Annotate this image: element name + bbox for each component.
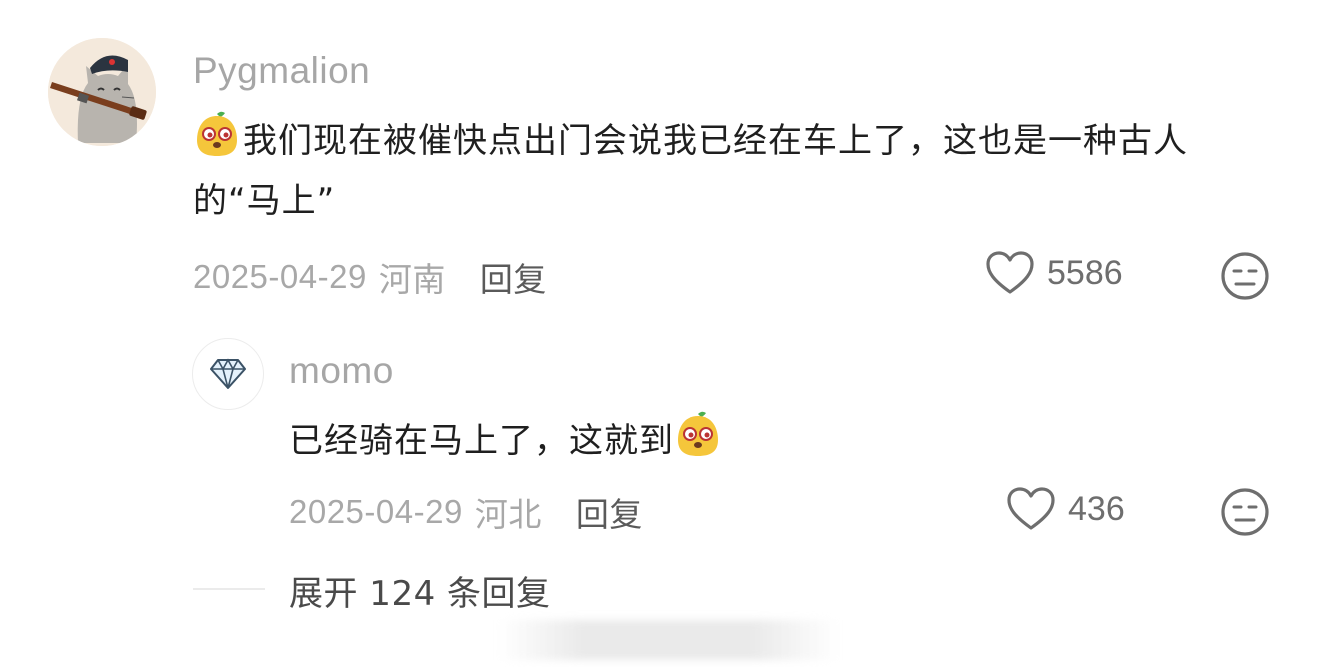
comment-date: 2025-04-29 — [193, 258, 367, 295]
unamused-face-icon — [1221, 488, 1269, 536]
comment-text: 我们现在被催快点出门会说我已经在车上了，这也是一种古人的“马上” — [193, 110, 1273, 231]
unamused-face-icon — [1221, 252, 1269, 300]
heart-icon — [1007, 487, 1055, 530]
like-button[interactable]: 436 — [1006, 486, 1125, 532]
like-button[interactable]: 5586 — [985, 250, 1123, 296]
cat-avatar-icon — [48, 38, 156, 146]
comment-text: 已经骑在马上了，这就到 — [289, 410, 1269, 471]
avatar[interactable] — [192, 338, 264, 410]
avatar[interactable] — [48, 38, 156, 146]
username[interactable]: momo — [289, 350, 394, 392]
like-count: 436 — [1068, 489, 1125, 528]
dislike-button[interactable] — [1220, 251, 1270, 305]
comment-location: 河北 — [474, 496, 542, 533]
diamond-icon — [210, 358, 246, 389]
comment-meta: 2025-04-29 河南 回复 — [193, 253, 547, 301]
like-count: 5586 — [1047, 253, 1123, 292]
reply-button[interactable]: 回复 — [480, 253, 547, 301]
heart-icon — [986, 251, 1034, 294]
watermark — [498, 620, 838, 660]
comment-location: 河南 — [378, 261, 446, 298]
dislike-button[interactable] — [1220, 487, 1270, 541]
comment-meta: 2025-04-29 河北 回复 — [289, 488, 643, 536]
reply-button[interactable]: 回复 — [576, 488, 643, 536]
comment-body: 我们现在被催快点出门会说我已经在车上了，这也是一种古人的“马上” — [193, 121, 1188, 221]
expand-replies-button[interactable]: 展开 124 条回复 — [289, 566, 551, 615]
comment-date: 2025-04-29 — [289, 493, 463, 530]
expand-divider — [193, 588, 265, 590]
yellow-face-emoji-icon — [674, 410, 722, 458]
comment-body: 已经骑在马上了，这就到 — [289, 421, 674, 461]
yellow-face-emoji-icon — [193, 110, 241, 158]
username[interactable]: Pygmalion — [193, 50, 370, 92]
